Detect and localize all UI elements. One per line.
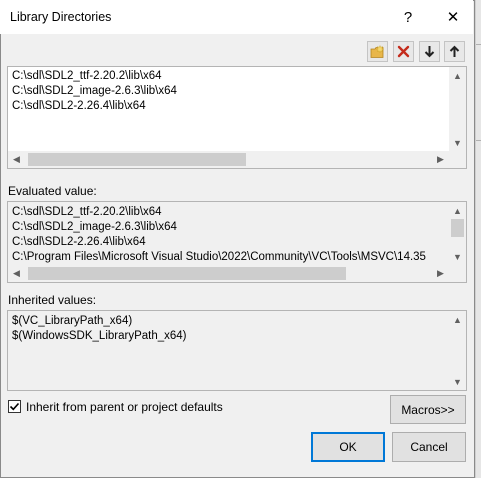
evaluated-vscroll-thumb[interactable] (451, 219, 464, 237)
help-icon: ? (403, 8, 413, 26)
scroll-left-arrow-icon[interactable]: ◀ (8, 151, 25, 168)
new-folder-icon (370, 44, 385, 58)
close-button[interactable]: ✕ (438, 2, 468, 32)
evaluated-vertical-scrollbar[interactable]: ▲ ▼ (449, 202, 466, 265)
editor-line[interactable]: C:\sdl\SDL2-2.26.4\lib\x64 (12, 99, 146, 113)
scroll-up-arrow-icon[interactable]: ▲ (449, 202, 466, 219)
delete-button[interactable] (393, 41, 414, 62)
scroll-right-arrow-icon[interactable]: ▶ (432, 265, 449, 282)
directory-editor[interactable]: C:\sdl\SDL2_ttf-2.20.2\lib\x64 C:\sdl\SD… (7, 66, 467, 169)
macros-button[interactable]: Macros>> (390, 395, 466, 424)
move-down-button[interactable] (419, 41, 440, 62)
checkmark-icon (9, 402, 20, 411)
editor-vertical-scrollbar[interactable]: ▲ ▼ (449, 67, 466, 151)
evaluated-line: C:\sdl\SDL2-2.26.4\lib\x64 (12, 236, 146, 248)
inherit-checkbox-label[interactable]: Inherit from parent or project defaults (26, 400, 223, 414)
cancel-button[interactable]: Cancel (392, 432, 466, 462)
evaluated-line: C:\Program Files\Microsoft Visual Studio… (12, 251, 426, 263)
evaluated-line: C:\sdl\SDL2_image-2.6.3\lib\x64 (12, 221, 177, 233)
editor-line[interactable]: C:\sdl\SDL2_ttf-2.20.2\lib\x64 (12, 69, 162, 83)
ok-button[interactable]: OK (311, 432, 385, 462)
inherit-checkbox[interactable] (8, 400, 21, 413)
scroll-down-arrow-icon[interactable]: ▼ (449, 248, 466, 265)
inherited-vertical-scrollbar[interactable]: ▲ ▼ (449, 311, 466, 390)
close-icon: ✕ (446, 9, 460, 26)
evaluated-value-label: Evaluated value: (8, 184, 97, 198)
inherited-line: $(VC_LibraryPath_x64) (12, 315, 133, 327)
scroll-left-arrow-icon[interactable]: ◀ (8, 265, 25, 282)
editor-line[interactable]: C:\sdl\SDL2_image-2.6.3\lib\x64 (12, 84, 177, 98)
editor-horizontal-scrollbar[interactable]: ◀ ▶ (8, 151, 466, 168)
scroll-down-arrow-icon[interactable]: ▼ (449, 373, 466, 390)
inherited-values-label: Inherited values: (8, 293, 97, 307)
inherited-values-box: $(VC_LibraryPath_x64) $(WindowsSDK_Libra… (7, 310, 467, 391)
inherited-line: $(WindowsSDK_LibraryPath_x64) (12, 330, 187, 342)
dialog-title: Library Directories (10, 10, 112, 24)
move-up-button[interactable] (444, 41, 465, 62)
scroll-up-arrow-icon[interactable]: ▲ (449, 67, 466, 84)
scroll-down-arrow-icon[interactable]: ▼ (449, 134, 466, 151)
scroll-up-arrow-icon[interactable]: ▲ (449, 311, 466, 328)
evaluated-horizontal-scrollbar[interactable]: ◀ ▶ (8, 265, 466, 282)
arrow-up-icon (449, 45, 460, 57)
evaluated-hscroll-thumb[interactable] (28, 267, 346, 280)
help-button[interactable]: ? (393, 2, 423, 32)
background-window-edge (475, 0, 481, 478)
evaluated-line: C:\sdl\SDL2_ttf-2.20.2\lib\x64 (12, 206, 162, 218)
editor-scroll-thumb[interactable] (28, 153, 246, 166)
new-line-button[interactable] (367, 41, 388, 62)
scroll-right-arrow-icon[interactable]: ▶ (432, 151, 449, 168)
delete-x-icon (397, 45, 410, 58)
arrow-down-icon (424, 46, 435, 58)
evaluated-value-box: C:\sdl\SDL2_ttf-2.20.2\lib\x64 C:\sdl\SD… (7, 201, 467, 283)
